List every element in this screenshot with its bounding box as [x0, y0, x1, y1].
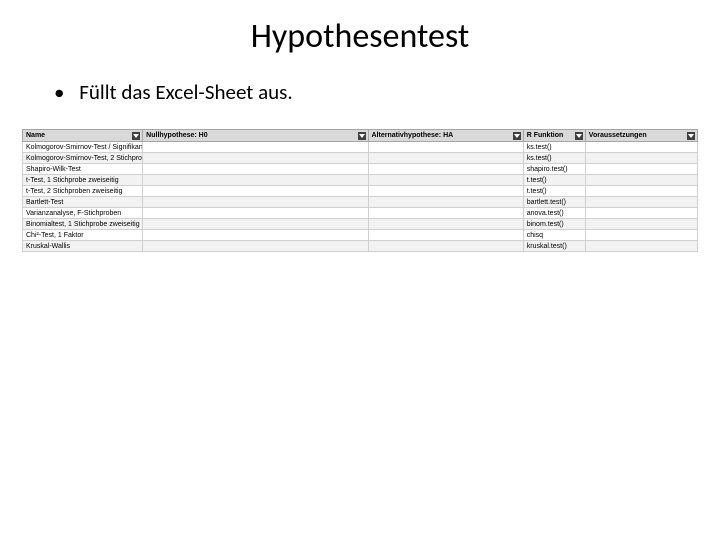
- cell-fn[interactable]: t.test(): [523, 175, 585, 186]
- cell-h0[interactable]: [143, 142, 368, 153]
- cell-name[interactable]: Varianzanalyse, F-Stichproben: [23, 208, 143, 219]
- cell-name[interactable]: Bartlett-Test: [23, 197, 143, 208]
- col-label: R Funktion: [527, 132, 564, 139]
- cell-ha[interactable]: [368, 208, 523, 219]
- col-h0[interactable]: Nullhypothese: H0: [143, 130, 368, 142]
- cell-pre[interactable]: [585, 241, 697, 252]
- bullet-item: Füllt das Excel-Sheet aus.: [54, 79, 720, 105]
- table-row: Binomialtest, 1 Stichprobe zweiseitig bi…: [23, 219, 698, 230]
- cell-pre[interactable]: [585, 153, 697, 164]
- table-row: t-Test, 2 Stichproben zweiseitig t.test(…: [23, 186, 698, 197]
- table-body: Kolmogorov-Smirnov-Test / Signifikanz- k…: [23, 142, 698, 252]
- cell-h0[interactable]: [143, 186, 368, 197]
- filter-icon[interactable]: [687, 132, 695, 140]
- cell-fn[interactable]: shapiro.test(): [523, 164, 585, 175]
- cell-name[interactable]: Kolmogorov-Smirnov-Test, 2 Stichproben: [23, 153, 143, 164]
- col-label: Name: [26, 132, 45, 139]
- cell-fn[interactable]: kruskal.test(): [523, 241, 585, 252]
- col-label: Voraussetzungen: [589, 132, 647, 139]
- table-row: t-Test, 1 Stichprobe zweiseitig t.test(): [23, 175, 698, 186]
- cell-ha[interactable]: [368, 142, 523, 153]
- cell-name[interactable]: Shapiro-Wilk-Test: [23, 164, 143, 175]
- table-row: Varianzanalyse, F-Stichproben anova.test…: [23, 208, 698, 219]
- cell-h0[interactable]: [143, 164, 368, 175]
- filter-icon[interactable]: [513, 132, 521, 140]
- cell-ha[interactable]: [368, 186, 523, 197]
- table-row: Kolmogorov-Smirnov-Test, 2 Stichproben k…: [23, 153, 698, 164]
- cell-ha[interactable]: [368, 241, 523, 252]
- cell-pre[interactable]: [585, 142, 697, 153]
- table-row: Kruskal-Wallis kruskal.test(): [23, 241, 698, 252]
- cell-h0[interactable]: [143, 241, 368, 252]
- table-row: Chi²-Test, 1 Faktor chisq: [23, 230, 698, 241]
- cell-ha[interactable]: [368, 175, 523, 186]
- cell-fn[interactable]: bartlett.test(): [523, 197, 585, 208]
- cell-name[interactable]: Binomialtest, 1 Stichprobe zweiseitig: [23, 219, 143, 230]
- cell-fn[interactable]: ks.test(): [523, 153, 585, 164]
- cell-h0[interactable]: [143, 208, 368, 219]
- bullet-text: Füllt das Excel-Sheet aus.: [79, 79, 292, 105]
- cell-name[interactable]: Kolmogorov-Smirnov-Test / Signifikanz-: [23, 142, 143, 153]
- cell-name[interactable]: Chi²-Test, 1 Faktor: [23, 230, 143, 241]
- table-row: Kolmogorov-Smirnov-Test / Signifikanz- k…: [23, 142, 698, 153]
- col-name[interactable]: Name: [23, 130, 143, 142]
- cell-ha[interactable]: [368, 153, 523, 164]
- filter-icon[interactable]: [358, 132, 366, 140]
- cell-fn[interactable]: t.test(): [523, 186, 585, 197]
- slide: Hypothesentest Füllt das Excel-Sheet aus…: [0, 16, 720, 556]
- table-row: Bartlett-Test bartlett.test(): [23, 197, 698, 208]
- col-label: Alternativhypothese: HA: [372, 132, 454, 139]
- col-pre[interactable]: Voraussetzungen: [585, 130, 697, 142]
- cell-h0[interactable]: [143, 219, 368, 230]
- col-fn[interactable]: R Funktion: [523, 130, 585, 142]
- slide-title: Hypothesentest: [0, 16, 720, 57]
- cell-pre[interactable]: [585, 208, 697, 219]
- cell-pre[interactable]: [585, 230, 697, 241]
- cell-pre[interactable]: [585, 219, 697, 230]
- table-header-row: Name Nullhypothese: H0 Alternativhypothe…: [23, 130, 698, 142]
- cell-ha[interactable]: [368, 164, 523, 175]
- cell-ha[interactable]: [368, 230, 523, 241]
- cell-ha[interactable]: [368, 219, 523, 230]
- cell-fn[interactable]: binom.test(): [523, 219, 585, 230]
- cell-h0[interactable]: [143, 230, 368, 241]
- cell-h0[interactable]: [143, 197, 368, 208]
- cell-fn[interactable]: anova.test(): [523, 208, 585, 219]
- col-label: Nullhypothese: H0: [146, 132, 207, 139]
- cell-fn[interactable]: chisq: [523, 230, 585, 241]
- filter-icon[interactable]: [132, 132, 140, 140]
- cell-h0[interactable]: [143, 153, 368, 164]
- cell-pre[interactable]: [585, 186, 697, 197]
- cell-fn[interactable]: ks.test(): [523, 142, 585, 153]
- cell-name[interactable]: t-Test, 2 Stichproben zweiseitig: [23, 186, 143, 197]
- cell-ha[interactable]: [368, 197, 523, 208]
- cell-pre[interactable]: [585, 164, 697, 175]
- filter-icon[interactable]: [575, 132, 583, 140]
- cell-name[interactable]: t-Test, 1 Stichprobe zweiseitig: [23, 175, 143, 186]
- cell-pre[interactable]: [585, 175, 697, 186]
- cell-h0[interactable]: [143, 175, 368, 186]
- cell-pre[interactable]: [585, 197, 697, 208]
- hypothesis-table: Name Nullhypothese: H0 Alternativhypothe…: [22, 129, 698, 252]
- table-row: Shapiro-Wilk-Test shapiro.test(): [23, 164, 698, 175]
- col-ha[interactable]: Alternativhypothese: HA: [368, 130, 523, 142]
- cell-name[interactable]: Kruskal-Wallis: [23, 241, 143, 252]
